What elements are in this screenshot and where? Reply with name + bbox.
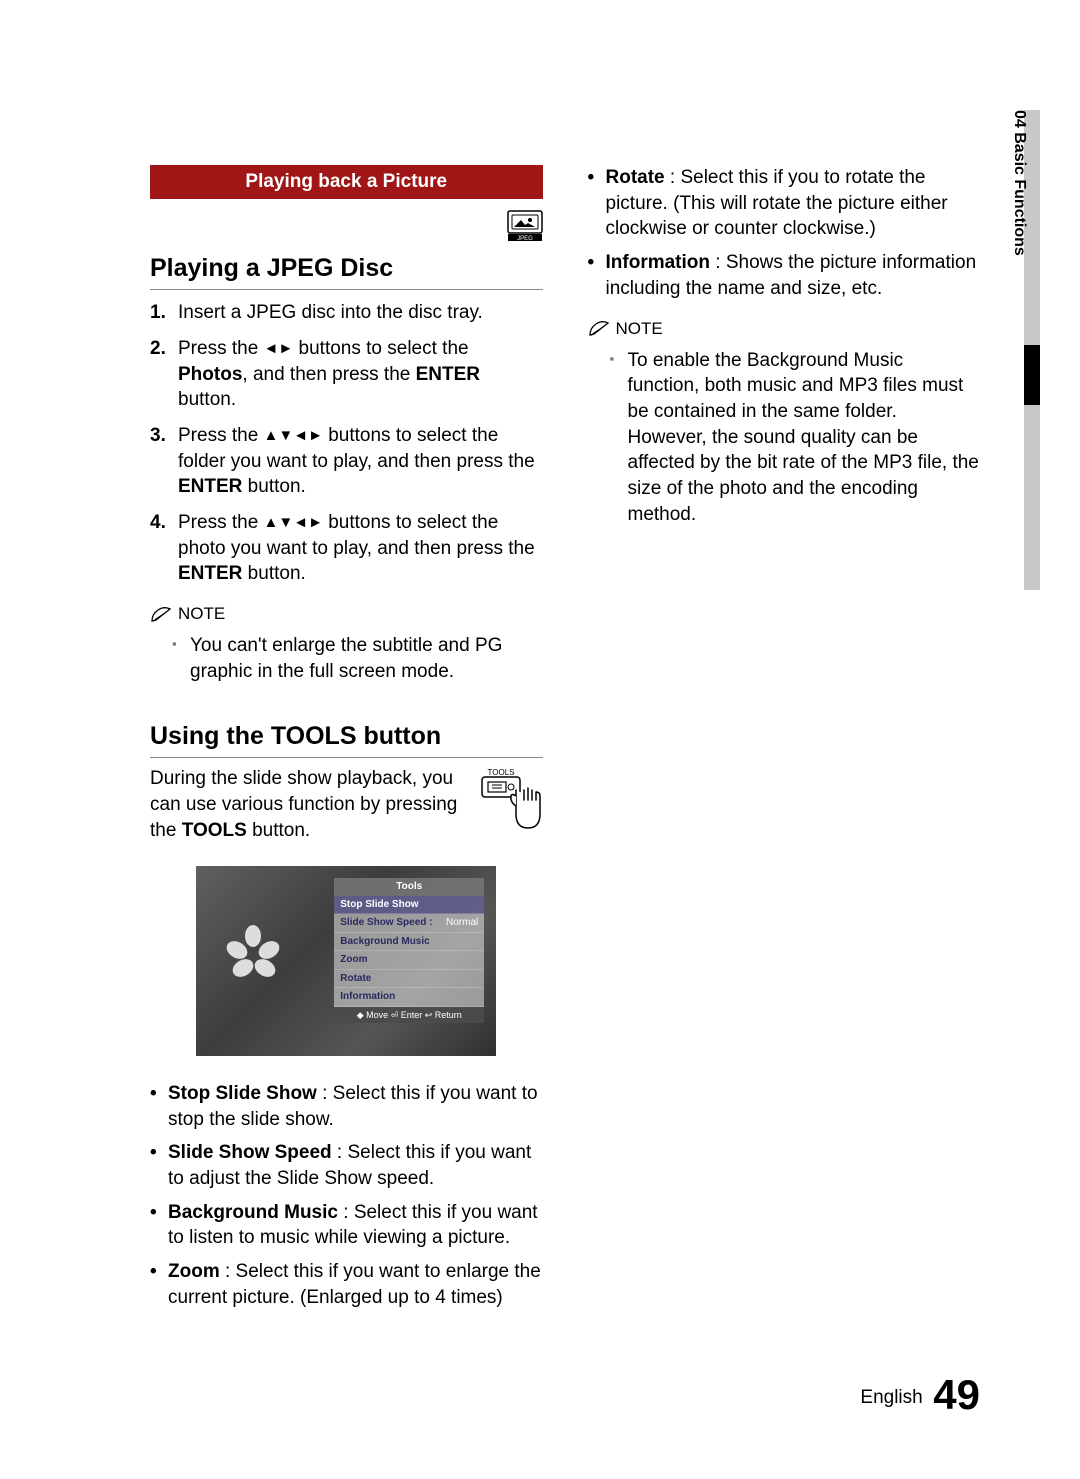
note-item-text: To enable the Background Music function,… [628,348,981,527]
step-number: 3. [150,423,178,500]
option-stop-slideshow: • Stop Slide Show : Select this if you w… [150,1081,543,1132]
arrow-four-way-icon: ▲▼◄► [264,514,323,531]
menu-item-information: Information [334,988,484,1007]
step-number: 4. [150,510,178,587]
square-bullet-icon: ▪ [172,633,190,684]
footer-language: English [860,1387,922,1408]
svg-text:TOOLS: TOOLS [487,768,514,777]
note-item: ▪ To enable the Background Music functio… [610,348,981,527]
heading-playing-jpeg: Playing a JPEG Disc [150,252,543,291]
tools-menu-screenshot: Tools Stop Slide Show Slide Show Speed :… [196,866,496,1056]
menu-item-stop-slideshow: Stop Slide Show [334,896,484,915]
menu-item-background-music: Background Music [334,933,484,952]
bullet-icon: • [150,1200,168,1251]
bullet-icon: • [150,1140,168,1191]
right-column: • Rotate : Select this if you to rotate … [588,165,981,1318]
note-label: NOTE [178,603,225,626]
bullet-icon: • [150,1259,168,1310]
step-3: 3. Press the ▲▼◄► buttons to select the … [150,423,543,500]
tools-menu-hints: ◆ Move ⏎ Enter ↩ Return [334,1007,484,1023]
tools-options-list-right: • Rotate : Select this if you to rotate … [588,165,981,301]
arrow-left-right-icon: ◄► [264,340,294,357]
tools-popup-menu: Tools Stop Slide Show Slide Show Speed :… [334,878,484,1023]
step-text: Press the ▲▼◄► buttons to select the pho… [178,510,543,587]
option-information: • Information : Shows the picture inform… [588,250,981,301]
note-list-1: ▪ You can't enlarge the subtitle and PG … [150,633,543,684]
step-text: Insert a JPEG disc into the disc tray. [178,300,483,326]
arrow-four-way-icon: ▲▼◄► [264,427,323,444]
tools-menu-title: Tools [334,878,484,896]
bullet-icon: • [588,250,606,301]
step-text: Press the ▲▼◄► buttons to select the fol… [178,423,543,500]
pen-note-icon [150,602,172,628]
bullet-icon: • [588,165,606,242]
step-1: 1. Insert a JPEG disc into the disc tray… [150,300,543,326]
square-bullet-icon: ▪ [610,348,628,527]
note-list-2: ▪ To enable the Background Music functio… [588,348,981,527]
step-2: 2. Press the ◄► buttons to select the Ph… [150,336,543,413]
menu-item-slideshow-speed: Slide Show Speed :Normal [334,914,484,933]
step-4: 4. Press the ▲▼◄► buttons to select the … [150,510,543,587]
note-label: NOTE [616,318,663,341]
page-content: Playing back a Picture JPEG Playing a JP… [0,0,1080,1479]
left-column: Playing back a Picture JPEG Playing a JP… [150,165,543,1318]
jpeg-steps-list: 1. Insert a JPEG disc into the disc tray… [150,300,543,586]
tools-options-list-left: • Stop Slide Show : Select this if you w… [150,1081,543,1310]
menu-item-zoom: Zoom [334,951,484,970]
svg-text:JPEG: JPEG [517,236,533,242]
option-slideshow-speed: • Slide Show Speed : Select this if you … [150,1140,543,1191]
heading-tools-button: Using the TOOLS button [150,720,543,759]
pen-note-icon [588,316,610,342]
flower-image-icon [231,931,281,981]
step-number: 1. [150,300,178,326]
bullet-icon: • [150,1081,168,1132]
option-rotate: • Rotate : Select this if you to rotate … [588,165,981,242]
option-zoom: • Zoom : Select this if you want to enla… [150,1259,543,1310]
footer-page-number: 49 [933,1371,980,1418]
jpeg-badge-icon: JPEG [507,210,543,242]
tools-button-hand-icon: TOOLS [478,766,543,844]
section-banner: Playing back a Picture [150,165,543,199]
step-text: Press the ◄► buttons to select the Photo… [178,336,543,413]
page-footer: English 49 [860,1367,980,1424]
tools-intro-text: During the slide show playback, you can … [150,766,458,843]
note-item: ▪ You can't enlarge the subtitle and PG … [172,633,543,684]
menu-item-rotate: Rotate [334,970,484,989]
note-header-1: NOTE [150,602,543,628]
option-background-music: • Background Music : Select this if you … [150,1200,543,1251]
note-item-text: You can't enlarge the subtitle and PG gr… [190,633,543,684]
note-header-2: NOTE [588,316,981,342]
step-number: 2. [150,336,178,413]
